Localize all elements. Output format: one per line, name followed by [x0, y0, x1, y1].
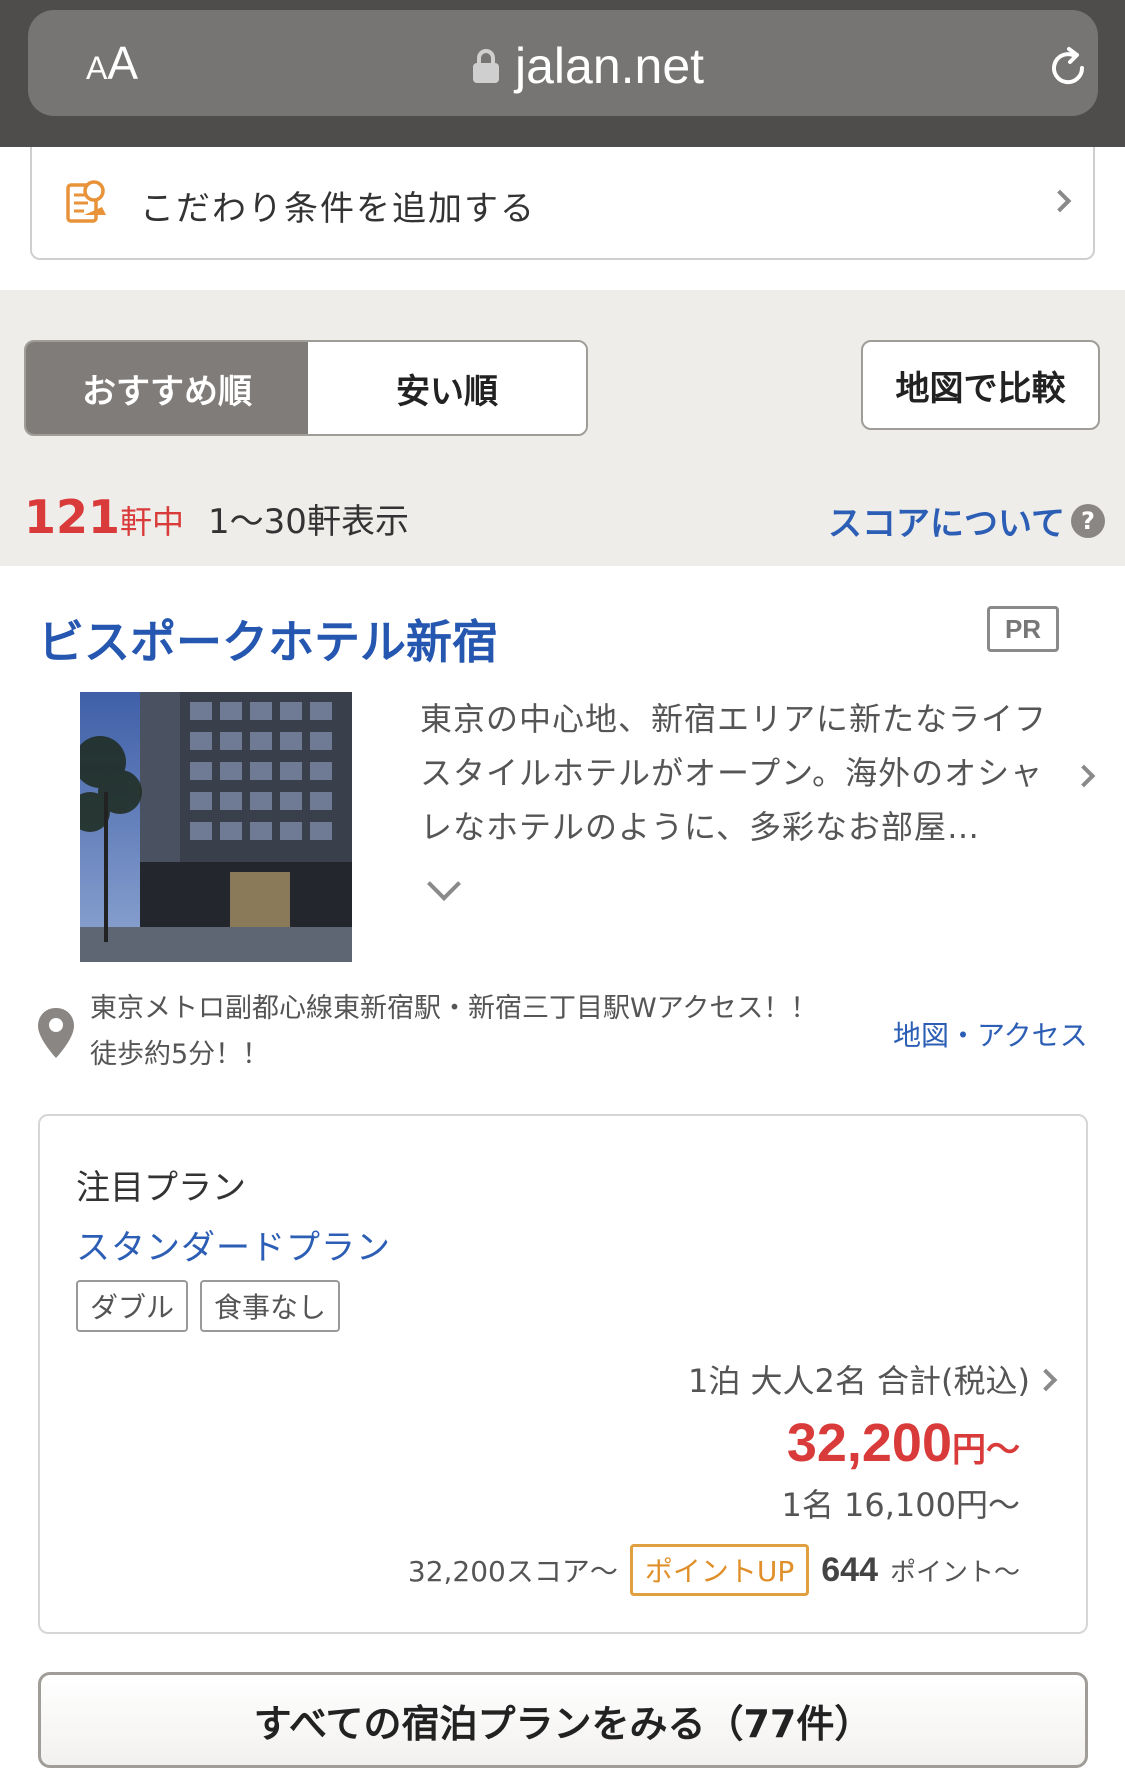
- view-all-plans-button[interactable]: すべての宿泊プランをみる（77件）: [38, 1672, 1088, 1768]
- url-display[interactable]: jalan.net: [473, 38, 704, 94]
- chevron-down-icon[interactable]: [427, 867, 461, 901]
- result-range: 1〜30軒表示: [208, 502, 409, 542]
- url-text: jalan.net: [515, 38, 705, 94]
- map-access-link[interactable]: 地図・アクセス: [893, 1014, 1088, 1054]
- plan-tags: ダブル 食事なし: [76, 1280, 341, 1332]
- hotel-building-image: [80, 692, 352, 962]
- access-line-2: 徒歩約5分！！: [90, 1039, 270, 1070]
- reload-icon[interactable]: [1044, 44, 1092, 92]
- score-value: 32,200スコア〜: [407, 1555, 618, 1588]
- sort-recommended-button[interactable]: おすすめ順: [26, 342, 308, 434]
- map-pin-icon: [38, 1008, 74, 1058]
- plan-name-link[interactable]: スタンダードプラン: [76, 1220, 391, 1269]
- address-bar[interactable]: AA jalan.net: [28, 10, 1098, 116]
- chevron-right-icon[interactable]: [1072, 764, 1096, 788]
- hotel-photo[interactable]: [80, 692, 352, 962]
- add-conditions-label: こだわり条件を追加する: [140, 189, 536, 229]
- pr-badge: PR: [987, 606, 1059, 652]
- map-compare-button[interactable]: 地図で比較: [861, 340, 1100, 430]
- points-unit: ポイント〜: [889, 1557, 1020, 1588]
- result-count: 121 軒中 1〜30軒表示: [24, 490, 409, 544]
- points-value: 644: [821, 1550, 878, 1589]
- score-info-link[interactable]: スコアについて ?: [828, 496, 1105, 545]
- score-info-label: スコアについて: [828, 504, 1065, 544]
- result-total-unit: 軒中: [120, 503, 185, 541]
- plan-heading: 注目プラン: [76, 1168, 246, 1208]
- chevron-right-icon[interactable]: [1034, 1368, 1058, 1392]
- price-total-unit: 円〜: [952, 1430, 1020, 1470]
- price-total: 32,200 円〜: [787, 1412, 1020, 1474]
- point-up-badge: ポイントUP: [629, 1544, 810, 1596]
- plan-tag-room: ダブル: [76, 1280, 189, 1332]
- result-total: 121: [24, 490, 121, 544]
- plan-tag-meal: 食事なし: [200, 1280, 341, 1332]
- price-total-value: 32,200: [786, 1413, 952, 1473]
- access-info: 東京メトロ副都心線東新宿駅・新宿三丁目駅Wアクセス！！ 徒歩約5分！！: [90, 986, 860, 1078]
- hotel-description: 東京の中心地、新宿エリアに新たなライフスタイルホテルがオープン。海外のオシャレな…: [420, 700, 1048, 846]
- access-line-1: 東京メトロ副都心線東新宿駅・新宿三丁目駅Wアクセス！！: [90, 993, 818, 1024]
- chevron-right-icon: [1048, 189, 1072, 213]
- browser-toolbar: AA jalan.net: [0, 0, 1125, 147]
- sort-toolbar: おすすめ順 安い順 地図で比較 121 軒中 1〜30軒表示 スコアについて ?: [0, 290, 1125, 566]
- hotel-name-link[interactable]: ビスポークホテル新宿: [38, 606, 498, 672]
- sort-cheapest-button[interactable]: 安い順: [307, 342, 586, 434]
- add-conditions-button[interactable]: こだわり条件を追加する: [30, 147, 1095, 260]
- text-size-button[interactable]: AA: [86, 36, 138, 92]
- lock-icon: [473, 49, 499, 83]
- featured-plan-card[interactable]: 注目プラン スタンダードプラン ダブル 食事なし 1泊 大人2名 合計(税込) …: [38, 1114, 1088, 1634]
- price-per-person: 1名 16,100円〜: [781, 1486, 1020, 1524]
- sort-segmented-control: おすすめ順 安い順: [24, 340, 588, 436]
- price-condition: 1泊 大人2名 合計(税込): [687, 1362, 1030, 1400]
- document-edit-icon: [66, 180, 106, 223]
- points-row: 32,200スコア〜 ポイントUP 644 ポイント〜: [408, 1544, 1020, 1596]
- help-icon: ?: [1070, 503, 1105, 538]
